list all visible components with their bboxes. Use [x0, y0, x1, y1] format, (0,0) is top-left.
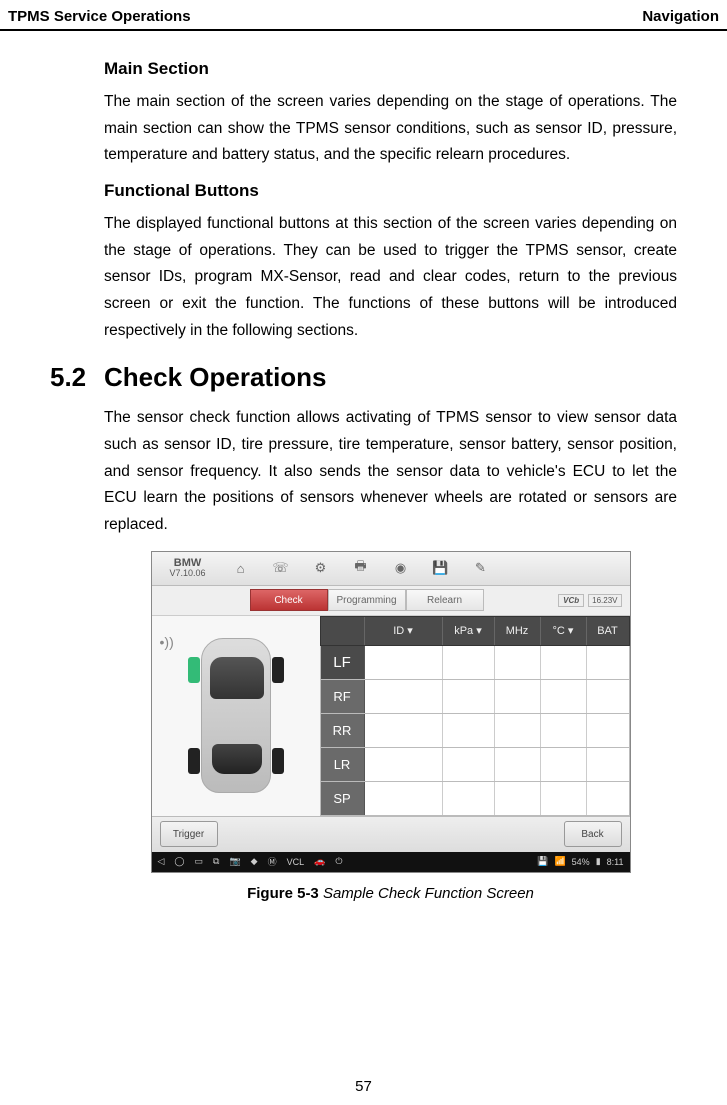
screenshot-icon[interactable]: ⧉	[213, 856, 219, 867]
nav-recent-icon[interactable]: ▭	[195, 856, 204, 867]
section-title: Check Operations	[104, 362, 327, 393]
print-icon[interactable]: 🖶	[344, 556, 378, 580]
header-right: Navigation	[642, 8, 719, 25]
battery-icon: ▮	[596, 856, 601, 867]
status-bar: ◁ ◯ ▭ ⧉ 📷 ◆ Ⓜ VCL 🚗 ⏻ 💾 📶 54% ▮ 8:1	[152, 852, 630, 872]
col-bat: BAT	[587, 617, 629, 645]
table-header: ID ▾ kPa ▾ MHz °C ▾ BAT	[320, 616, 630, 646]
col-mhz: MHz	[495, 617, 541, 645]
vehicle-badge: BMW V7.10.06	[158, 558, 218, 578]
page-number: 57	[0, 1078, 727, 1095]
tab-relearn[interactable]: Relearn	[406, 589, 484, 611]
sd-icon: 💾	[537, 856, 548, 867]
header-left: TPMS Service Operations	[8, 8, 191, 25]
m-icon[interactable]: Ⓜ	[268, 855, 277, 868]
table-row[interactable]: SP	[320, 782, 630, 816]
home-icon[interactable]: ⌂	[224, 556, 258, 580]
edit-icon[interactable]: ✎	[464, 556, 498, 580]
main-body: •)) ID ▾ kPa ▾ MHz	[152, 616, 630, 816]
car-status-icon: 🚗	[314, 856, 325, 867]
top-toolbar: BMW V7.10.06 ⌂ ☏ ⚙ 🖶 ◉ 💾 ✎	[152, 552, 630, 586]
col-kpa[interactable]: kPa ▾	[443, 617, 495, 645]
clock: 8:11	[607, 857, 624, 867]
app-icon[interactable]: ◆	[251, 856, 258, 867]
vcl-label: VCL	[287, 857, 305, 867]
power-icon[interactable]: ⏻	[335, 856, 342, 867]
nav-back-icon[interactable]: ◁	[158, 856, 165, 867]
embedded-screenshot: BMW V7.10.06 ⌂ ☏ ⚙ 🖶 ◉ 💾 ✎ Check Program…	[151, 551, 631, 873]
battery-level: 54%	[572, 857, 590, 867]
wheel-lr[interactable]	[188, 748, 200, 774]
signal-icon: •))	[160, 634, 174, 650]
back-button[interactable]: Back	[564, 821, 622, 847]
table-row[interactable]: LF	[320, 646, 630, 680]
function-bar: Trigger Back	[152, 816, 630, 852]
heading-functional-buttons: Functional Buttons	[104, 181, 677, 201]
car-diagram: •))	[152, 616, 320, 816]
tab-row: Check Programming Relearn VCb 16.23V	[152, 586, 630, 616]
table-row[interactable]: RF	[320, 680, 630, 714]
para-check-ops: The sensor check function allows activat…	[104, 405, 677, 538]
wheel-rr[interactable]	[272, 748, 284, 774]
record-icon[interactable]: ◉	[384, 556, 418, 580]
heading-main-section: Main Section	[104, 59, 677, 79]
wifi-icon: 📶	[554, 856, 565, 867]
para-main-section: The main section of the screen varies de…	[104, 89, 677, 169]
para-functional-buttons: The displayed functional buttons at this…	[104, 211, 677, 344]
table-row[interactable]: RR	[320, 714, 630, 748]
voltage-badge: 16.23V	[588, 594, 621, 607]
save-icon[interactable]: 💾	[424, 556, 458, 580]
camera-icon[interactable]: 📷	[229, 856, 240, 867]
wheel-lf[interactable]	[188, 657, 200, 683]
table-row[interactable]: LR	[320, 748, 630, 782]
nav-home-icon[interactable]: ◯	[174, 856, 184, 867]
figure-caption: Figure 5-3 Sample Check Function Screen	[104, 885, 677, 902]
trigger-button[interactable]: Trigger	[160, 821, 218, 847]
col-c[interactable]: °C ▾	[541, 617, 587, 645]
vci-badge: VCb	[558, 594, 584, 607]
wheel-rf[interactable]	[272, 657, 284, 683]
section-number: 5.2	[50, 362, 104, 393]
sensor-table: ID ▾ kPa ▾ MHz °C ▾ BAT LF RF	[320, 616, 630, 816]
tab-check[interactable]: Check	[250, 589, 328, 611]
col-id[interactable]: ID ▾	[365, 617, 443, 645]
settings-icon[interactable]: ⚙	[304, 556, 338, 580]
phone-icon[interactable]: ☏	[264, 556, 298, 580]
tab-programming[interactable]: Programming	[328, 589, 406, 611]
